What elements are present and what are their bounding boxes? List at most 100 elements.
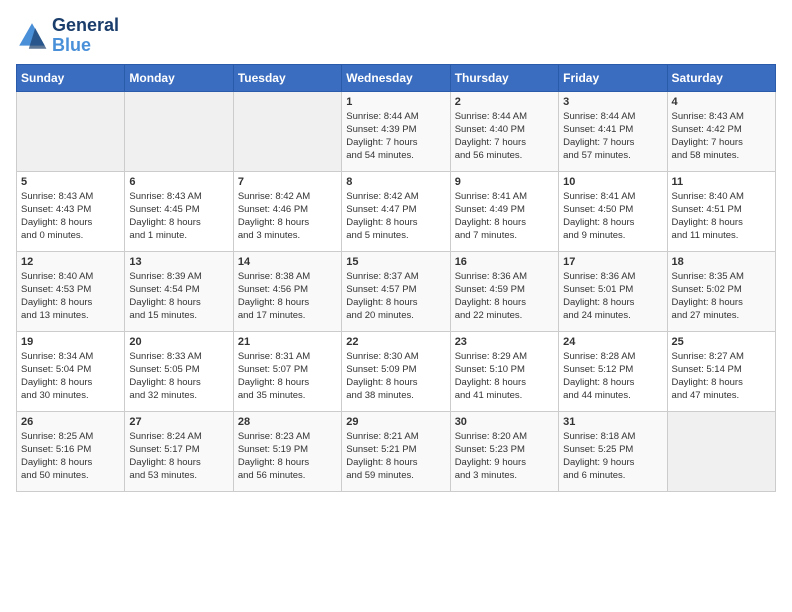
calendar-cell bbox=[17, 91, 125, 171]
calendar-cell: 16 Sunrise: 8:36 AM Sunset: 4:59 PM Dayli… bbox=[450, 251, 558, 331]
day-number: 19 bbox=[21, 336, 120, 348]
day-header-sunday: Sunday bbox=[17, 64, 125, 91]
day-info: Sunrise: 8:30 AM Sunset: 5:09 PM Dayligh… bbox=[346, 350, 445, 403]
calendar-cell: 20Sunrise: 8:33 AM Sunset: 5:05 PM Dayli… bbox=[125, 331, 233, 411]
calendar-cell: 24Sunrise: 8:28 AM Sunset: 5:12 PM Dayli… bbox=[559, 331, 667, 411]
day-number: 2 bbox=[455, 96, 554, 108]
calendar-week-row: 1Sunrise: 8:44 AM Sunset: 4:39 PM Daylig… bbox=[17, 91, 776, 171]
day-info: Sunrise: 8:29 AM Sunset: 5:10 PM Dayligh… bbox=[455, 350, 554, 403]
day-number: 12 bbox=[21, 256, 120, 268]
day-info: Sunrise: 8:39 AM Sunset: 4:54 PM Dayligh… bbox=[129, 270, 228, 323]
calendar-week-row: 19 Sunrise: 8:34 AM Sunset: 5:04 PM Dayli… bbox=[17, 331, 776, 411]
logo-icon bbox=[16, 20, 48, 52]
page-container: General Blue SundayMondayTuesdayWednesda… bbox=[0, 0, 792, 500]
day-number: 7 bbox=[238, 176, 337, 188]
day-number: 4 bbox=[672, 96, 771, 108]
day-info: Sunrise: 8:36 AM Sunset: 4:59 PM Dayligh… bbox=[455, 270, 554, 323]
calendar-cell: 12 Sunrise: 8:40 AM Sunset: 4:53 PM Dayli… bbox=[17, 251, 125, 331]
day-info: Sunrise: 8:38 AM Sunset: 4:56 PM Dayligh… bbox=[238, 270, 337, 323]
calendar-cell: 21Sunrise: 8:31 AM Sunset: 5:07 PM Dayli… bbox=[233, 331, 341, 411]
day-number: 18 bbox=[672, 256, 771, 268]
calendar-week-row: 5 Sunrise: 8:43 AM Sunset: 4:43 PM Daylig… bbox=[17, 171, 776, 251]
day-number: 11 bbox=[672, 176, 771, 188]
calendar-cell: 23Sunrise: 8:29 AM Sunset: 5:10 PM Dayli… bbox=[450, 331, 558, 411]
day-number: 6 bbox=[129, 176, 228, 188]
calendar-cell: 1Sunrise: 8:44 AM Sunset: 4:39 PM Daylig… bbox=[342, 91, 450, 171]
calendar-cell: 18 Sunrise: 8:35 AM Sunset: 5:02 PM Dayli… bbox=[667, 251, 775, 331]
calendar-body: 1Sunrise: 8:44 AM Sunset: 4:39 PM Daylig… bbox=[17, 91, 776, 491]
day-number: 29 bbox=[346, 416, 445, 428]
day-info: Sunrise: 8:34 AM Sunset: 5:04 PM Dayligh… bbox=[21, 350, 120, 403]
day-number: 3 bbox=[563, 96, 662, 108]
day-header-wednesday: Wednesday bbox=[342, 64, 450, 91]
day-number: 8 bbox=[346, 176, 445, 188]
day-number: 14 bbox=[238, 256, 337, 268]
calendar-cell: 31 Sunrise: 8:18 AM Sunset: 5:25 PM Dayli… bbox=[559, 411, 667, 491]
calendar-week-row: 12 Sunrise: 8:40 AM Sunset: 4:53 PM Dayli… bbox=[17, 251, 776, 331]
day-number: 27 bbox=[129, 416, 228, 428]
calendar-cell: 2 Sunrise: 8:44 AM Sunset: 4:40 PM Daylig… bbox=[450, 91, 558, 171]
logo: General Blue bbox=[16, 16, 119, 56]
day-info: Sunrise: 8:35 AM Sunset: 5:02 PM Dayligh… bbox=[672, 270, 771, 323]
day-number: 9 bbox=[455, 176, 554, 188]
day-header-tuesday: Tuesday bbox=[233, 64, 341, 91]
day-number: 26 bbox=[21, 416, 120, 428]
day-info: Sunrise: 8:41 AM Sunset: 4:50 PM Dayligh… bbox=[563, 190, 662, 243]
calendar-cell: 13Sunrise: 8:39 AM Sunset: 4:54 PM Dayli… bbox=[125, 251, 233, 331]
day-info: Sunrise: 8:42 AM Sunset: 4:47 PM Dayligh… bbox=[346, 190, 445, 243]
day-info: Sunrise: 8:20 AM Sunset: 5:23 PM Dayligh… bbox=[455, 430, 554, 483]
calendar-cell: 28 Sunrise: 8:23 AM Sunset: 5:19 PM Dayli… bbox=[233, 411, 341, 491]
calendar-cell: 5 Sunrise: 8:43 AM Sunset: 4:43 PM Daylig… bbox=[17, 171, 125, 251]
calendar-cell: 6Sunrise: 8:43 AM Sunset: 4:45 PM Daylig… bbox=[125, 171, 233, 251]
day-info: Sunrise: 8:44 AM Sunset: 4:41 PM Dayligh… bbox=[563, 110, 662, 163]
calendar-cell: 22 Sunrise: 8:30 AM Sunset: 5:09 PM Dayli… bbox=[342, 331, 450, 411]
calendar-cell: 11 Sunrise: 8:40 AM Sunset: 4:51 PM Dayli… bbox=[667, 171, 775, 251]
day-info: Sunrise: 8:18 AM Sunset: 5:25 PM Dayligh… bbox=[563, 430, 662, 483]
calendar-week-row: 26 Sunrise: 8:25 AM Sunset: 5:16 PM Dayli… bbox=[17, 411, 776, 491]
day-number: 20 bbox=[129, 336, 228, 348]
day-header-friday: Friday bbox=[559, 64, 667, 91]
day-header-saturday: Saturday bbox=[667, 64, 775, 91]
day-info: Sunrise: 8:41 AM Sunset: 4:49 PM Dayligh… bbox=[455, 190, 554, 243]
day-number: 17 bbox=[563, 256, 662, 268]
day-info: Sunrise: 8:27 AM Sunset: 5:14 PM Dayligh… bbox=[672, 350, 771, 403]
calendar-table: SundayMondayTuesdayWednesdayThursdayFrid… bbox=[16, 64, 776, 492]
calendar-cell: 7 Sunrise: 8:42 AM Sunset: 4:46 PM Daylig… bbox=[233, 171, 341, 251]
calendar-cell: 29 Sunrise: 8:21 AM Sunset: 5:21 PM Dayli… bbox=[342, 411, 450, 491]
day-number: 28 bbox=[238, 416, 337, 428]
day-info: Sunrise: 8:40 AM Sunset: 4:53 PM Dayligh… bbox=[21, 270, 120, 323]
day-info: Sunrise: 8:43 AM Sunset: 4:42 PM Dayligh… bbox=[672, 110, 771, 163]
day-header-thursday: Thursday bbox=[450, 64, 558, 91]
day-number: 22 bbox=[346, 336, 445, 348]
calendar-cell: 3 Sunrise: 8:44 AM Sunset: 4:41 PM Daylig… bbox=[559, 91, 667, 171]
calendar-cell: 8 Sunrise: 8:42 AM Sunset: 4:47 PM Daylig… bbox=[342, 171, 450, 251]
calendar-cell bbox=[233, 91, 341, 171]
day-info: Sunrise: 8:37 AM Sunset: 4:57 PM Dayligh… bbox=[346, 270, 445, 323]
day-info: Sunrise: 8:40 AM Sunset: 4:51 PM Dayligh… bbox=[672, 190, 771, 243]
day-info: Sunrise: 8:23 AM Sunset: 5:19 PM Dayligh… bbox=[238, 430, 337, 483]
day-info: Sunrise: 8:44 AM Sunset: 4:40 PM Dayligh… bbox=[455, 110, 554, 163]
calendar-cell bbox=[667, 411, 775, 491]
calendar-cell: 27 Sunrise: 8:24 AM Sunset: 5:17 PM Dayli… bbox=[125, 411, 233, 491]
day-info: Sunrise: 8:25 AM Sunset: 5:16 PM Dayligh… bbox=[21, 430, 120, 483]
calendar-cell: 19 Sunrise: 8:34 AM Sunset: 5:04 PM Dayli… bbox=[17, 331, 125, 411]
day-number: 15 bbox=[346, 256, 445, 268]
calendar-cell: 10Sunrise: 8:41 AM Sunset: 4:50 PM Dayli… bbox=[559, 171, 667, 251]
day-number: 31 bbox=[563, 416, 662, 428]
calendar-cell: 26 Sunrise: 8:25 AM Sunset: 5:16 PM Dayli… bbox=[17, 411, 125, 491]
day-info: Sunrise: 8:42 AM Sunset: 4:46 PM Dayligh… bbox=[238, 190, 337, 243]
day-header-monday: Monday bbox=[125, 64, 233, 91]
day-number: 5 bbox=[21, 176, 120, 188]
day-info: Sunrise: 8:21 AM Sunset: 5:21 PM Dayligh… bbox=[346, 430, 445, 483]
day-number: 1 bbox=[346, 96, 445, 108]
logo-text: General Blue bbox=[52, 16, 119, 56]
calendar-cell: 4 Sunrise: 8:43 AM Sunset: 4:42 PM Daylig… bbox=[667, 91, 775, 171]
calendar-cell: 9 Sunrise: 8:41 AM Sunset: 4:49 PM Daylig… bbox=[450, 171, 558, 251]
calendar-cell: 25 Sunrise: 8:27 AM Sunset: 5:14 PM Dayli… bbox=[667, 331, 775, 411]
day-info: Sunrise: 8:43 AM Sunset: 4:43 PM Dayligh… bbox=[21, 190, 120, 243]
day-info: Sunrise: 8:24 AM Sunset: 5:17 PM Dayligh… bbox=[129, 430, 228, 483]
day-info: Sunrise: 8:28 AM Sunset: 5:12 PM Dayligh… bbox=[563, 350, 662, 403]
calendar-cell: 14 Sunrise: 8:38 AM Sunset: 4:56 PM Dayli… bbox=[233, 251, 341, 331]
day-number: 25 bbox=[672, 336, 771, 348]
day-number: 16 bbox=[455, 256, 554, 268]
